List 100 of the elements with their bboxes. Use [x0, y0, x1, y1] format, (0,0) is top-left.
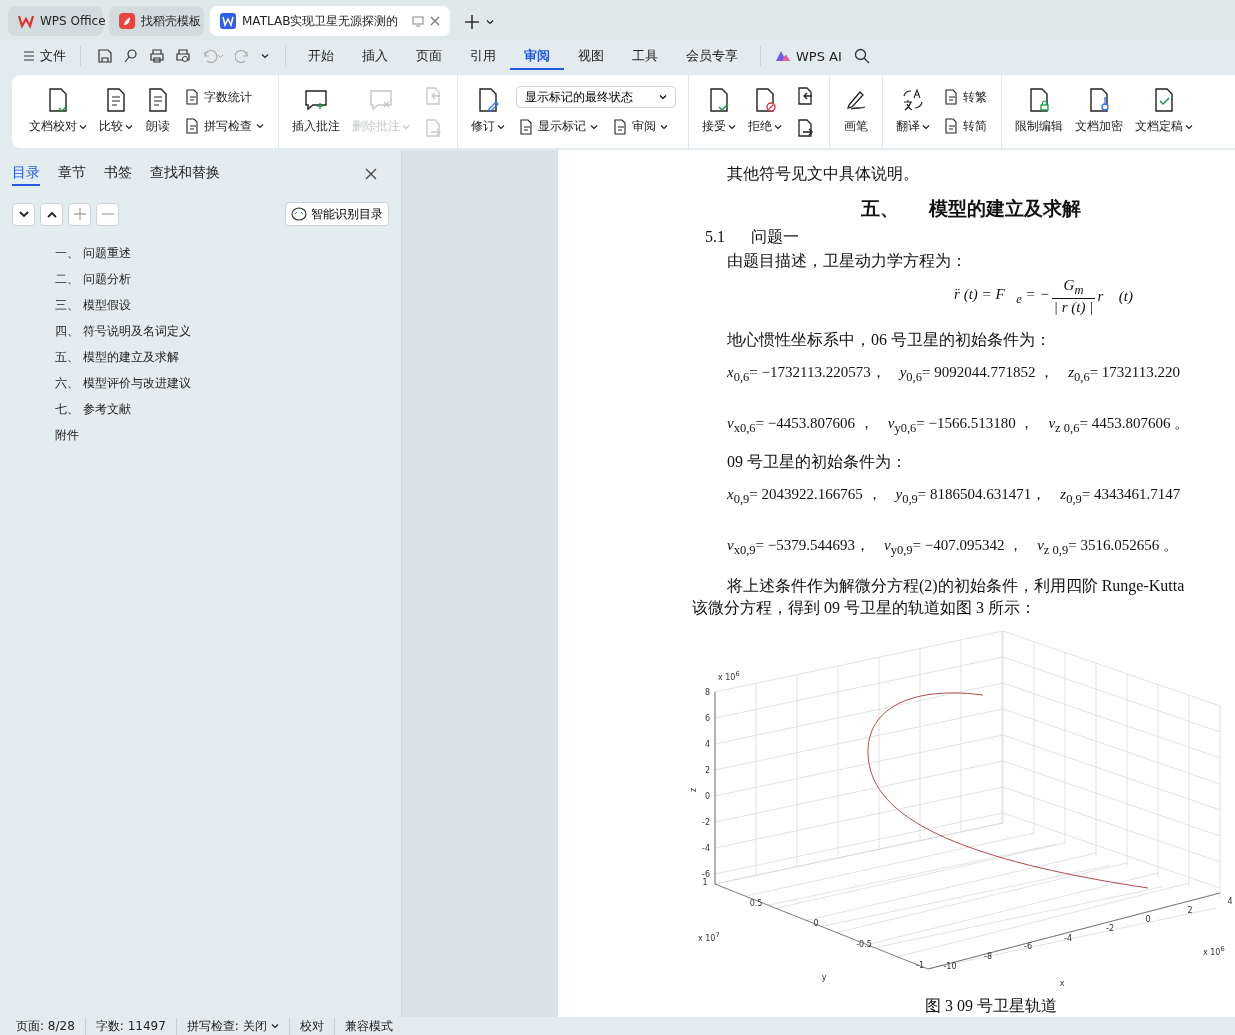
ribbon-tab[interactable]: 工具 — [618, 42, 672, 70]
equation-term: v$_{z 0,6}$= 4453.807606 。 — [1048, 414, 1190, 437]
sidebar-tab[interactable]: 书签 — [104, 164, 132, 186]
ribbon-tab[interactable]: 会员专享 — [672, 42, 752, 70]
equation-term: v$_{z 0,9}$= 3516.052656 。 — [1037, 536, 1178, 559]
menu-icon — [24, 51, 34, 61]
document-arrow-icon — [423, 85, 443, 106]
caret-icon — [1185, 123, 1193, 130]
app-tab[interactable]: MATLAB实现卫星无源探测的 — [210, 6, 450, 36]
sidebar-tab[interactable]: 查找和替换 — [150, 164, 220, 186]
document-arrow-icon — [423, 117, 443, 138]
status-item: 字数: 11497 — [85, 1017, 177, 1035]
caret-icon — [402, 123, 410, 130]
ribbon-button[interactable]: 插入批注 — [287, 84, 345, 139]
document-icon — [943, 89, 959, 105]
toc-item[interactable]: 附件 — [55, 422, 401, 448]
document-arrow-icon — [795, 117, 815, 138]
caret-icon — [774, 123, 782, 130]
w-logo-icon — [18, 13, 34, 29]
toc-item[interactable]: 一、 问题重述 — [55, 240, 401, 266]
toc-item[interactable]: 四、 符号说明及名词定义 — [55, 318, 401, 344]
paragraph: 09 号卫星的初始条件为： — [727, 452, 908, 472]
chevron-icon — [659, 94, 667, 100]
ribbon-button[interactable]: 限制编辑 — [1010, 84, 1068, 139]
close-icon[interactable] — [430, 16, 440, 26]
ribbon-button[interactable]: 翻译 — [891, 84, 935, 139]
ribbon-tab[interactable]: 开始 — [294, 42, 348, 70]
markup-dropdown[interactable]: 显示标记的最终状态 — [516, 86, 676, 108]
document-logo-icon — [220, 13, 236, 29]
app-tab[interactable]: WPS Office — [8, 6, 103, 36]
axis-tick-label: 0 — [813, 919, 819, 928]
document-icon — [943, 118, 959, 134]
axis-scale-label: x 10$^{6}$ — [718, 670, 740, 682]
axis-tick-label: 2 — [1187, 906, 1193, 915]
ribbon-button[interactable]: 字数统计 — [182, 86, 266, 108]
chevron-icon — [486, 19, 494, 25]
ribbon-tab[interactable]: 插入 — [348, 42, 402, 70]
document-icon — [518, 118, 534, 135]
ribbon-button[interactable]: 转繁 — [941, 86, 989, 108]
ribbon-tab[interactable]: 引用 — [456, 42, 510, 70]
axis-scale-label: x 10$^{7}$ — [698, 931, 720, 943]
ribbon-button[interactable]: 审阅 — [610, 116, 670, 137]
toc-item[interactable]: 三、 模型假设 — [55, 292, 401, 318]
toc-item[interactable]: 七、 参考文献 — [55, 396, 401, 422]
axis-label: y — [821, 973, 827, 982]
axis-tick-label: 0.5 — [749, 899, 763, 908]
toc-item[interactable]: 二、 问题分析 — [55, 266, 401, 292]
paragraph: 该微分方程，得到 09 号卫星的轨道如图 3 所示： — [692, 598, 1037, 618]
document-icon — [184, 118, 200, 134]
ribbon-button[interactable]: 画笔 — [838, 84, 874, 139]
axis-tick-label: -1 — [916, 961, 924, 970]
axis-tick-label: -2 — [1106, 924, 1114, 933]
ribbon-button[interactable]: 转简 — [941, 115, 989, 137]
ribbon-button[interactable]: 接受 — [697, 84, 741, 139]
smart-toc-button[interactable]: 智能识别目录 — [285, 202, 389, 226]
plus-icon[interactable] — [464, 14, 480, 30]
status-item: 校对 — [289, 1017, 335, 1035]
ribbon-button[interactable]: 朗读 — [140, 84, 176, 139]
equation-term: x$_{0,9}$= 2043922.166765 ， — [727, 485, 882, 508]
print-icon[interactable] — [149, 48, 165, 64]
equation-term: z$_{0,9}$= 4343461.7147 — [1060, 485, 1181, 508]
smart-icon — [291, 207, 307, 221]
app-tab[interactable]: 找稻壳模板 — [109, 6, 204, 36]
ribbon-button[interactable]: 拒绝 — [743, 84, 787, 139]
search-icon[interactable] — [853, 48, 870, 64]
toc-item[interactable]: 五、 模型的建立及求解 — [55, 344, 401, 370]
sidebar-tab[interactable]: 目录 — [12, 164, 40, 186]
subsection-number: 5.1 — [705, 227, 725, 247]
expand-button[interactable] — [12, 202, 35, 226]
ribbon-tab[interactable]: 审阅 — [510, 42, 564, 70]
section-heading: 五、 模型的建立及求解 — [860, 197, 1082, 221]
equation-term: v$_{y0,9}$= −407.095342 ， — [883, 536, 1024, 559]
spellcheck-status[interactable]: 拼写检查: 关闭 — [176, 1017, 290, 1035]
ribbon-button[interactable]: 文档校对 — [24, 84, 92, 139]
toc-item[interactable]: 六、 模型评价与改进建议 — [55, 370, 401, 396]
document-arrow-icon — [795, 85, 815, 106]
ribbon-button[interactable]: 拼写检查 — [182, 115, 266, 137]
figure-caption: 图 3 09 号卫星轨道 — [925, 996, 1058, 1016]
ai-button[interactable]: WPS AI — [769, 42, 848, 70]
axis-tick-label: 6 — [704, 714, 710, 723]
equation-term: v$_{x0,6}$= −4453.807606 ， — [727, 414, 874, 437]
ribbon-tab[interactable]: 视图 — [564, 42, 618, 70]
ribbon-tab[interactable]: 页面 — [402, 42, 456, 70]
flame-logo-icon — [119, 13, 135, 29]
plus-icon — [73, 208, 86, 220]
ribbon-button[interactable]: 显示标记 — [516, 116, 600, 137]
ribbon-button[interactable]: 文档加密 — [1070, 84, 1128, 139]
sidebar-tab[interactable]: 章节 — [58, 164, 86, 186]
collapse-button[interactable] — [40, 202, 63, 226]
axis-scale-label: x 10$^{6}$ — [1203, 945, 1225, 957]
ribbon-button[interactable]: 比较 — [94, 84, 138, 139]
ribbon-button[interactable]: 修订 — [466, 84, 510, 139]
ribbon-button[interactable]: 文档定稿 — [1130, 84, 1198, 139]
axis-label: x — [1059, 979, 1065, 988]
axis-tick-label: 4 — [704, 740, 710, 749]
print-preview-icon[interactable] — [175, 48, 191, 64]
file-menu[interactable]: 文件 — [18, 42, 72, 70]
comment-icon — [303, 88, 329, 112]
save-icon[interactable] — [97, 48, 113, 64]
subsection-title: 问题一 — [751, 227, 799, 247]
